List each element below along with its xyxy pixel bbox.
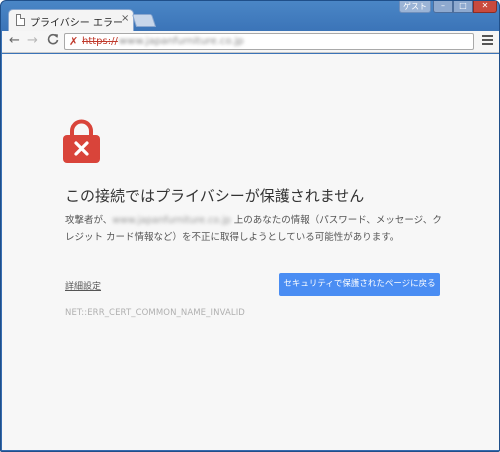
- tab-close-icon[interactable]: ×: [121, 13, 129, 25]
- forward-arrow-icon[interactable]: →: [27, 33, 38, 49]
- maximize-button[interactable]: □: [453, 1, 473, 13]
- minimize-button[interactable]: –: [433, 1, 453, 13]
- interstitial-page: この接続ではプライバシーが保護されません 攻撃者が、www.japanfurni…: [2, 54, 499, 450]
- title-bar: プライバシー エラー × ゲスト – □ ✕: [1, 1, 500, 31]
- page-title: この接続ではプライバシーが保護されません: [65, 187, 365, 205]
- lock-error-icon: [63, 119, 100, 163]
- blurred-hostname: www.japanfurniture.co.jp: [112, 215, 231, 226]
- url-host: www.japanfurniture.co.jp: [119, 36, 244, 47]
- toolbar: ← → ✗ https:// www.japanfurniture.co.jp: [2, 31, 499, 53]
- page-icon: [16, 14, 25, 26]
- guest-profile-badge[interactable]: ゲスト: [399, 1, 431, 13]
- browser-window: プライバシー エラー × ゲスト – □ ✕ ← → ✗ https:// ww…: [0, 0, 500, 452]
- close-window-button[interactable]: ✕: [473, 1, 497, 13]
- address-bar[interactable]: ✗ https:// www.japanfurniture.co.jp: [64, 33, 474, 50]
- error-code: NET::ERR_CERT_COMMON_NAME_INVALID: [65, 308, 245, 318]
- back-arrow-icon[interactable]: ←: [9, 33, 20, 49]
- menu-icon[interactable]: [482, 35, 493, 47]
- url-scheme: https://: [82, 36, 118, 47]
- tab-title: プライバシー エラー: [30, 18, 123, 29]
- tab-privacy-error[interactable]: プライバシー エラー ×: [8, 9, 134, 31]
- error-explanation: 攻撃者が、www.japanfurniture.co.jp 上のあなたの情報（パ…: [65, 215, 442, 243]
- broken-lock-icon[interactable]: ✗: [69, 35, 78, 49]
- new-tab-button[interactable]: [131, 14, 157, 27]
- reload-icon[interactable]: [47, 33, 59, 49]
- advanced-link[interactable]: 詳細設定: [65, 279, 101, 292]
- back-to-safety-button[interactable]: セキュリティで保護されたページに戻る: [279, 273, 440, 296]
